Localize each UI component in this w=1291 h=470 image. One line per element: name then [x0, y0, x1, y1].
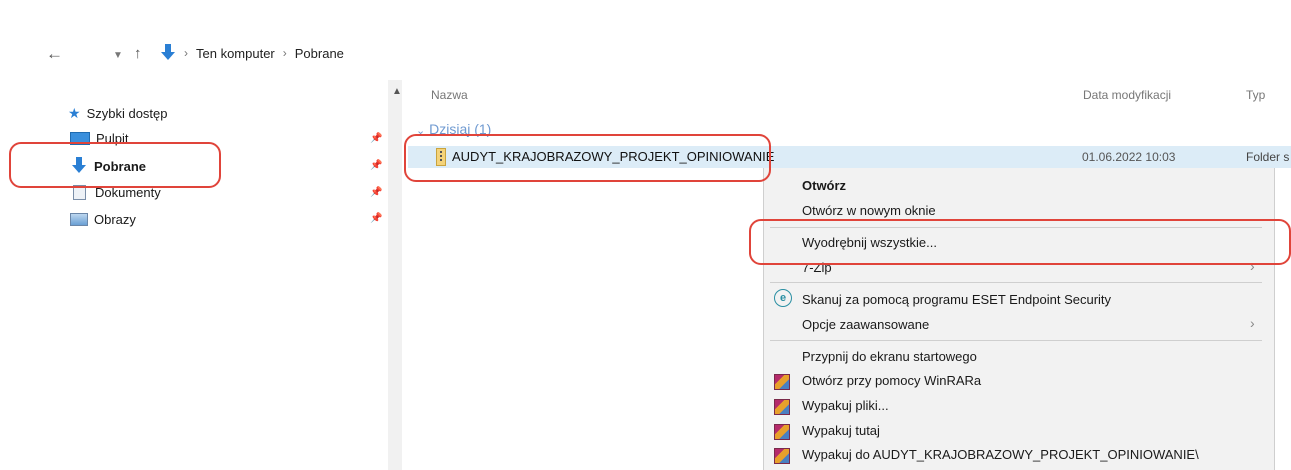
- scroll-up-icon[interactable]: ▲: [392, 86, 402, 97]
- winrar-icon: [774, 374, 790, 390]
- pictures-icon: [70, 213, 88, 226]
- menu-separator: [770, 340, 1262, 341]
- menu-item-advanced-options[interactable]: Opcje zaawansowane: [802, 317, 929, 332]
- winrar-icon: [774, 448, 790, 464]
- annotation-ring-file: [404, 134, 771, 182]
- winrar-icon: [774, 399, 790, 415]
- menu-item-extract-to[interactable]: Wypakuj do AUDYT_KRAJOBRAZOWY_PROJEKT_OP…: [802, 447, 1199, 462]
- pin-icon[interactable]: 📌: [370, 133, 382, 144]
- back-icon[interactable]: ←: [46, 44, 63, 64]
- annotation-ring-downloads: [9, 142, 221, 188]
- pin-icon[interactable]: 📌: [370, 187, 382, 198]
- menu-item-pin-start[interactable]: Przypnij do ekranu startowego: [802, 349, 977, 364]
- eset-icon: e: [774, 289, 792, 307]
- column-header-date[interactable]: Data modyfikacji: [1083, 88, 1171, 102]
- breadcrumb: › Ten komputer › Pobrane: [160, 44, 344, 62]
- breadcrumb-downloads[interactable]: Pobrane: [295, 46, 344, 61]
- menu-item-open[interactable]: Otwórz: [802, 178, 846, 193]
- menu-item-extract-files[interactable]: Wypakuj pliki...: [802, 398, 889, 413]
- chevron-right-icon: ›: [1250, 315, 1255, 331]
- menu-separator: [770, 282, 1262, 283]
- menu-item-extract-here[interactable]: Wypakuj tutaj: [802, 423, 880, 438]
- download-arrow-icon: [161, 44, 175, 60]
- breadcrumb-this-pc[interactable]: Ten komputer: [196, 46, 275, 61]
- breadcrumb-separator: ›: [282, 46, 287, 60]
- pin-icon[interactable]: 📌: [370, 213, 382, 224]
- winrar-icon: [774, 424, 790, 440]
- star-icon: ★: [68, 105, 81, 121]
- sidebar-item-label: Obrazy: [94, 212, 136, 227]
- file-date: 01.06.2022 10:03: [1082, 150, 1176, 164]
- recent-dropdown-icon[interactable]: ▼: [113, 50, 123, 61]
- menu-item-winrar-open[interactable]: Otwórz przy pomocy WinRARa: [802, 373, 981, 388]
- annotation-ring-extract-all: [749, 219, 1291, 265]
- menu-item-open-new-window[interactable]: Otwórz w nowym oknie: [802, 203, 936, 218]
- sidebar-scrollbar[interactable]: [388, 80, 402, 470]
- menu-item-eset-scan[interactable]: Skanuj za pomocą programu ESET Endpoint …: [802, 292, 1111, 307]
- sidebar-item-label: Szybki dostęp: [86, 106, 168, 121]
- up-icon[interactable]: ↑: [134, 45, 142, 62]
- pin-icon[interactable]: 📌: [370, 160, 382, 171]
- sidebar-item-pictures[interactable]: Obrazy: [70, 212, 136, 227]
- column-header-type[interactable]: Typ: [1246, 88, 1265, 102]
- sidebar-item-quick-access[interactable]: ★ Szybki dostęp: [68, 105, 168, 122]
- file-type: Folder s: [1246, 150, 1290, 164]
- column-header-name[interactable]: Nazwa: [431, 88, 468, 102]
- breadcrumb-separator: ›: [184, 46, 188, 60]
